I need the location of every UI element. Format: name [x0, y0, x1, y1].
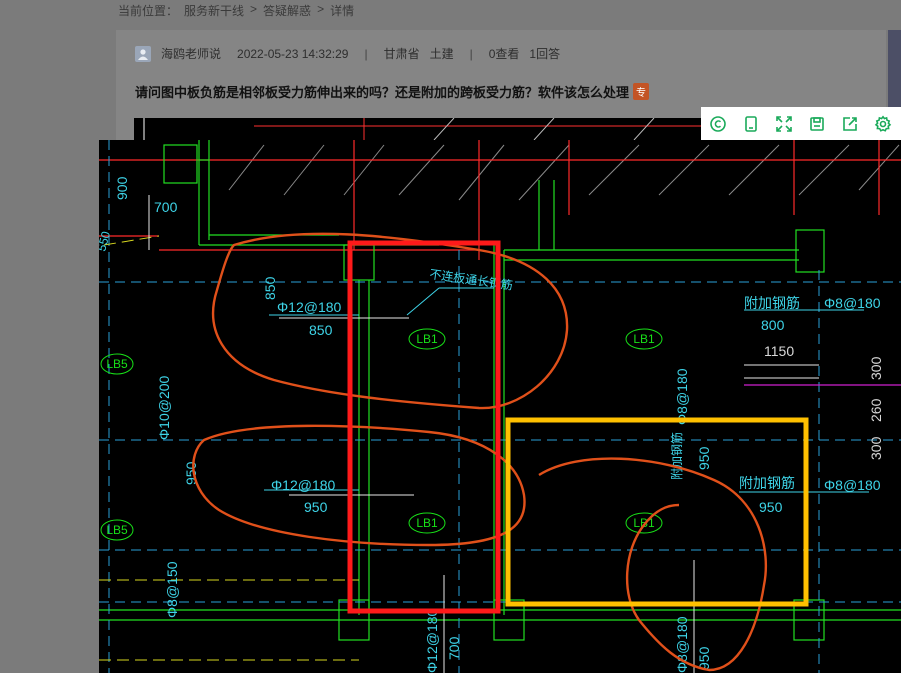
- post-category: 土建: [429, 47, 454, 61]
- dim-950-c: 950: [759, 499, 783, 515]
- dim-950-vertical: 950: [696, 446, 712, 470]
- post-region: 甘肃省: [383, 47, 420, 61]
- dim-1150: 1150: [764, 343, 794, 359]
- copyright-icon: [709, 115, 726, 132]
- post-views: 0查看: [488, 47, 520, 61]
- cad-drawing: 900 700 550 850 Φ12@180 850 不连板通长钢筋 附加钢筋…: [99, 140, 901, 673]
- save-icon: [809, 116, 824, 131]
- dim-950-b: 950: [304, 499, 328, 515]
- settings-icon: [874, 114, 891, 132]
- question-text: 请问图中板负筋是相邻板受力筋伸出来的吗？还是附加的跨板受力筋？软件该怎么处理: [135, 85, 630, 100]
- slab-label-lb5: LB5: [106, 523, 128, 537]
- breadcrumb-separator: >: [250, 2, 258, 16]
- settings-button[interactable]: [866, 107, 899, 140]
- annotation-continuous-rebar: 不连板通长钢筋: [429, 266, 514, 293]
- post-datetime: 2022-05-23 14:32:29: [237, 46, 349, 61]
- dim-850-vertical: 850: [262, 276, 278, 300]
- share-button[interactable]: [833, 107, 866, 140]
- slab-label-lb5: LB5: [106, 357, 128, 371]
- meta-divider: |: [469, 46, 473, 61]
- drawing-top-strip: [134, 117, 701, 141]
- dim-300-b: 300: [868, 436, 884, 460]
- slab-label-lb1: LB1: [633, 332, 655, 346]
- breadcrumb-item-service[interactable]: 服务新干线: [184, 2, 244, 19]
- dim-300-a: 300: [868, 356, 884, 380]
- dim-260: 260: [868, 398, 884, 422]
- rebar-phi8-b: Φ8@180: [824, 477, 881, 493]
- question-title: 请问图中板负筋是相邻板受力筋伸出来的吗？还是附加的跨板受力筋？软件该怎么处理专: [135, 82, 650, 101]
- copyright-button[interactable]: [701, 107, 734, 140]
- rebar-phi10: Φ10@200: [156, 375, 172, 440]
- save-button[interactable]: [800, 107, 833, 140]
- additional-rebar-label-1: 附加钢筋: [744, 295, 800, 311]
- fullscreen-icon: [775, 115, 792, 132]
- avatar[interactable]: [135, 45, 151, 62]
- dim-550: 550: [99, 229, 113, 252]
- share-icon: [842, 116, 857, 131]
- mobile-view-button[interactable]: [734, 107, 767, 140]
- dim-850: 850: [309, 322, 333, 338]
- meta-divider: |: [364, 46, 368, 61]
- post-answers: 1回答: [529, 47, 561, 61]
- rebar-phi8-vertical: Φ8@180: [674, 368, 690, 425]
- breadcrumb-label: 当前位置：: [118, 4, 179, 18]
- post-meta: 海鸥老师说 2022-05-23 14:32:29 | 甘肃省 土建 | 0查看…: [135, 45, 560, 62]
- expert-badge: 专: [633, 83, 650, 100]
- slab-label-lb1: LB1: [416, 332, 438, 346]
- rebar-phi12-a: Φ12@180: [277, 299, 342, 315]
- rebar-phi8-c: Φ8@150: [164, 561, 180, 618]
- image-toolbar: [701, 107, 901, 140]
- hatch-lines: [228, 144, 900, 201]
- additional-rebar-vertical: 附加钢筋: [669, 432, 684, 480]
- breadcrumb-item-detail: 详情: [330, 4, 355, 18]
- breadcrumb: 当前位置： 服务新干线 > 答疑解惑 > 详情: [118, 2, 354, 19]
- additional-rebar-label-2: 附加钢筋: [739, 475, 795, 491]
- dim-900: 900: [114, 176, 130, 200]
- rebar-phi8-a: Φ8@180: [824, 295, 881, 311]
- rebar-phi12-vertical: Φ12@180: [424, 608, 440, 673]
- dim-800: 800: [761, 317, 785, 333]
- author-name[interactable]: 海鸥老师说: [161, 45, 221, 62]
- slab-label-lb1: LB1: [416, 516, 438, 530]
- dim-700-b: 700: [446, 636, 462, 660]
- breadcrumb-separator: >: [317, 2, 325, 16]
- tablet-icon: [744, 115, 757, 132]
- dim-700: 700: [154, 199, 178, 215]
- fullscreen-button[interactable]: [767, 107, 800, 140]
- breadcrumb-item-qa[interactable]: 答疑解惑: [263, 2, 311, 19]
- rebar-phi12-b: Φ12@180: [271, 477, 336, 493]
